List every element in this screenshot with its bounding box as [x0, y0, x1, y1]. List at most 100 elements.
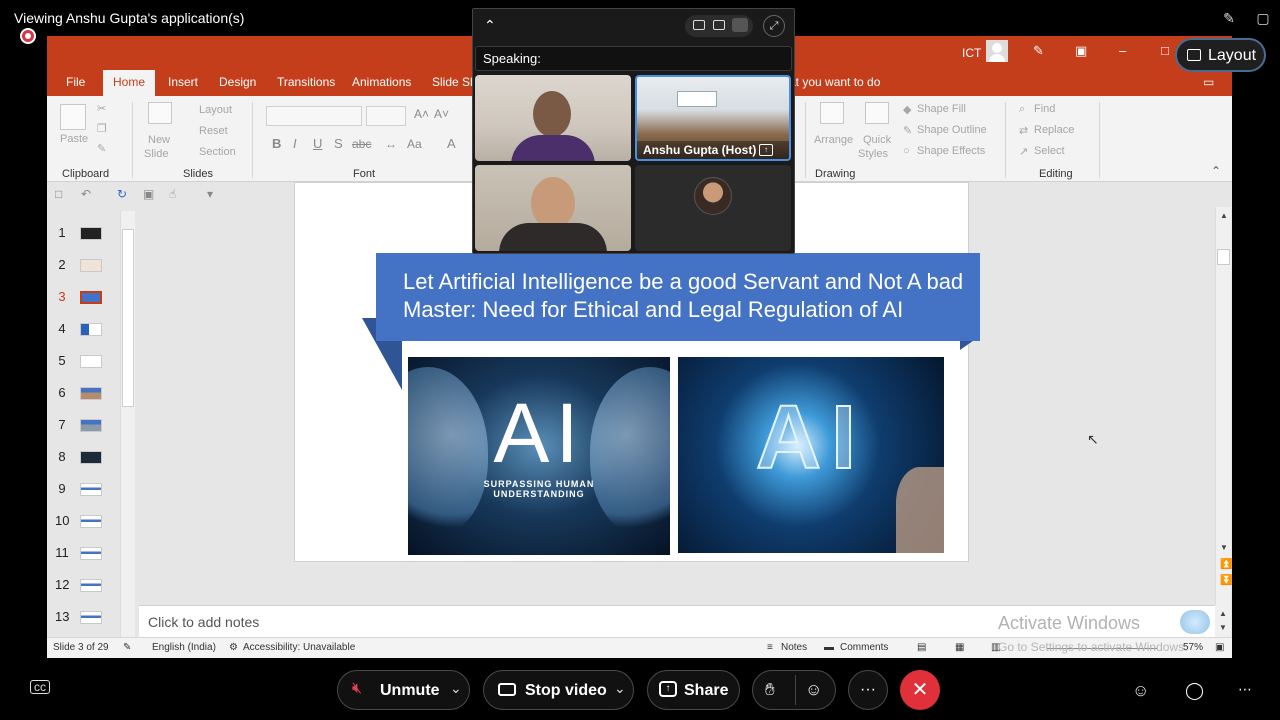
shape-fill-icon[interactable]: ◆	[903, 103, 911, 116]
chevron-down-icon[interactable]: ⌄	[450, 680, 462, 697]
paste-icon[interactable]	[60, 104, 86, 130]
participants-icon[interactable]: ☺︎	[1132, 681, 1149, 701]
notes-scroll-down-icon[interactable]: ▼	[1219, 623, 1227, 632]
fit-slide-icon[interactable]: ▣	[1215, 642, 1224, 653]
quick-styles-label-2[interactable]: Styles	[858, 148, 888, 160]
shape-effects-button[interactable]: Shape Effects	[917, 145, 985, 157]
slide-thumbnail[interactable]	[80, 579, 102, 592]
user-avatar[interactable]	[986, 40, 1008, 62]
slide-thumbnail[interactable]	[80, 259, 102, 272]
captions-icon[interactable]: cc	[30, 680, 50, 694]
replace-icon[interactable]: ⇄	[1019, 124, 1028, 137]
participant-tile[interactable]	[475, 165, 631, 251]
thumbnail-scrollbar[interactable]	[120, 211, 135, 637]
participant-tile[interactable]	[635, 165, 791, 251]
remote-control-icon[interactable]: ▢	[1254, 10, 1272, 26]
slide-thumbnail[interactable]	[80, 515, 102, 528]
layout-button[interactable]: Layout	[199, 104, 232, 116]
ai-image-left[interactable]: AI SURPASSING HUMAN UNDERSTANDING	[408, 357, 670, 555]
comments-button[interactable]: Comments	[840, 642, 888, 653]
change-case-button[interactable]: Aa	[407, 137, 422, 151]
shape-fill-button[interactable]: Shape Fill	[917, 103, 966, 115]
normal-view-icon[interactable]: ▤	[917, 642, 926, 653]
paste-button[interactable]: Paste	[60, 133, 88, 145]
format-painter-icon[interactable]: ✎	[97, 142, 106, 155]
quick-styles-icon[interactable]	[865, 102, 889, 124]
redo-icon[interactable]: ↻	[117, 187, 127, 201]
slide-thumbnail[interactable]	[80, 387, 102, 400]
shadow-button[interactable]: S	[334, 136, 343, 151]
tab-slide-show[interactable]: Slide Sh	[432, 75, 477, 89]
slide-thumbnail[interactable]	[80, 419, 102, 432]
grow-font-button[interactable]: A˄	[414, 107, 429, 121]
share-button[interactable]: ↑ Share	[647, 670, 740, 710]
host-video-tile[interactable]: Anshu Gupta (Host) ↑	[635, 75, 791, 161]
select-icon[interactable]: ↗	[1019, 145, 1028, 158]
more-options-button[interactable]: ···	[848, 670, 888, 710]
layout-button[interactable]: Layout	[1175, 38, 1266, 72]
slide-scroll-thumb[interactable]	[1217, 249, 1230, 265]
collapse-ribbon-icon[interactable]: ⌃	[1211, 164, 1221, 178]
slide-thumbnail[interactable]	[80, 323, 102, 336]
slide-thumbnail-active[interactable]	[80, 291, 102, 304]
copilot-icon[interactable]	[1180, 610, 1210, 634]
scroll-down-icon[interactable]: ▼	[1220, 543, 1228, 552]
shrink-font-button[interactable]: A˅	[434, 107, 449, 121]
touch-mode-icon[interactable]: ☝	[169, 187, 176, 201]
cut-icon[interactable]: ✂	[97, 102, 106, 115]
slide-thumbnail[interactable]	[80, 451, 102, 464]
strikethrough-button[interactable]: abc	[352, 137, 371, 151]
unmute-button[interactable]: 🔇︎ Unmute ⌄	[337, 670, 470, 710]
annotate-icon[interactable]: ✎	[1220, 10, 1238, 26]
reactions-icon[interactable]: ☺︎	[805, 680, 822, 700]
next-slide-icon[interactable]: ⏬	[1220, 575, 1232, 586]
quick-styles-label-1[interactable]: Quick	[863, 134, 891, 146]
tab-home[interactable]: Home	[103, 70, 155, 96]
comments-status-icon[interactable]: ▬	[824, 642, 834, 653]
font-color-button[interactable]: A	[447, 136, 456, 151]
font-size-box[interactable]	[366, 106, 406, 126]
slide-title[interactable]: Let Artificial Intelligence be a good Se…	[403, 268, 979, 324]
tab-insert[interactable]: Insert	[168, 75, 198, 89]
find-icon[interactable]: ⌕	[1019, 103, 1025, 116]
notes-button[interactable]: Notes	[781, 642, 807, 653]
shape-effects-icon[interactable]: ○	[903, 145, 910, 157]
notes-icon[interactable]: ≡	[767, 642, 773, 653]
accessibility-status[interactable]: Accessibility: Unavailable	[243, 642, 355, 653]
minimize-icon[interactable]: –	[1119, 43, 1126, 58]
ribbon-display-icon[interactable]: ▣	[1075, 43, 1087, 59]
customize-qat-icon[interactable]: ▾	[207, 187, 213, 201]
spellcheck-icon[interactable]: ✎	[123, 642, 131, 653]
select-button[interactable]: Select	[1034, 145, 1065, 157]
slide-thumbnail[interactable]	[80, 227, 102, 240]
notes-placeholder[interactable]: Click to add notes	[148, 614, 259, 630]
tab-transitions[interactable]: Transitions	[277, 75, 335, 89]
tab-file[interactable]: File	[66, 75, 85, 89]
slide-sorter-icon[interactable]: ▦	[955, 642, 964, 653]
ai-image-right[interactable]: AI	[678, 357, 944, 553]
thumbnail-scroll-thumb[interactable]	[122, 229, 134, 407]
expand-icon[interactable]: ⤢	[763, 15, 785, 37]
restore-icon[interactable]: □	[1161, 43, 1169, 58]
collapse-panel-icon[interactable]: ⌃	[484, 17, 496, 34]
slide-thumbnail[interactable]	[80, 483, 102, 496]
chevron-down-icon[interactable]: ⌄	[614, 680, 626, 697]
tab-animations[interactable]: Animations	[352, 75, 411, 89]
slide-scrollbar[interactable]: ▲ ▼ ⏫ ⏬	[1215, 207, 1232, 605]
slide-thumbnail[interactable]	[80, 355, 102, 368]
italic-button[interactable]: I	[293, 136, 297, 151]
bold-button[interactable]: B	[272, 136, 281, 151]
slide-thumbnail[interactable]	[80, 611, 102, 624]
arrange-icon[interactable]	[820, 102, 844, 124]
prev-slide-icon[interactable]: ⏫	[1220, 559, 1232, 570]
notes-scroll-up-icon[interactable]: ▲	[1219, 609, 1227, 618]
grid-view-icon[interactable]	[732, 18, 748, 32]
single-view-icon[interactable]	[693, 20, 705, 30]
arrange-button[interactable]: Arrange	[814, 134, 853, 146]
spacing-icon[interactable]: ↔	[385, 137, 397, 151]
save-icon[interactable]: □	[55, 187, 62, 201]
chat-icon[interactable]: ◯	[1185, 681, 1204, 701]
new-slide-icon[interactable]	[148, 102, 172, 124]
stop-video-button[interactable]: Stop video ⌄	[483, 670, 634, 710]
strip-view-icon[interactable]	[713, 20, 725, 30]
